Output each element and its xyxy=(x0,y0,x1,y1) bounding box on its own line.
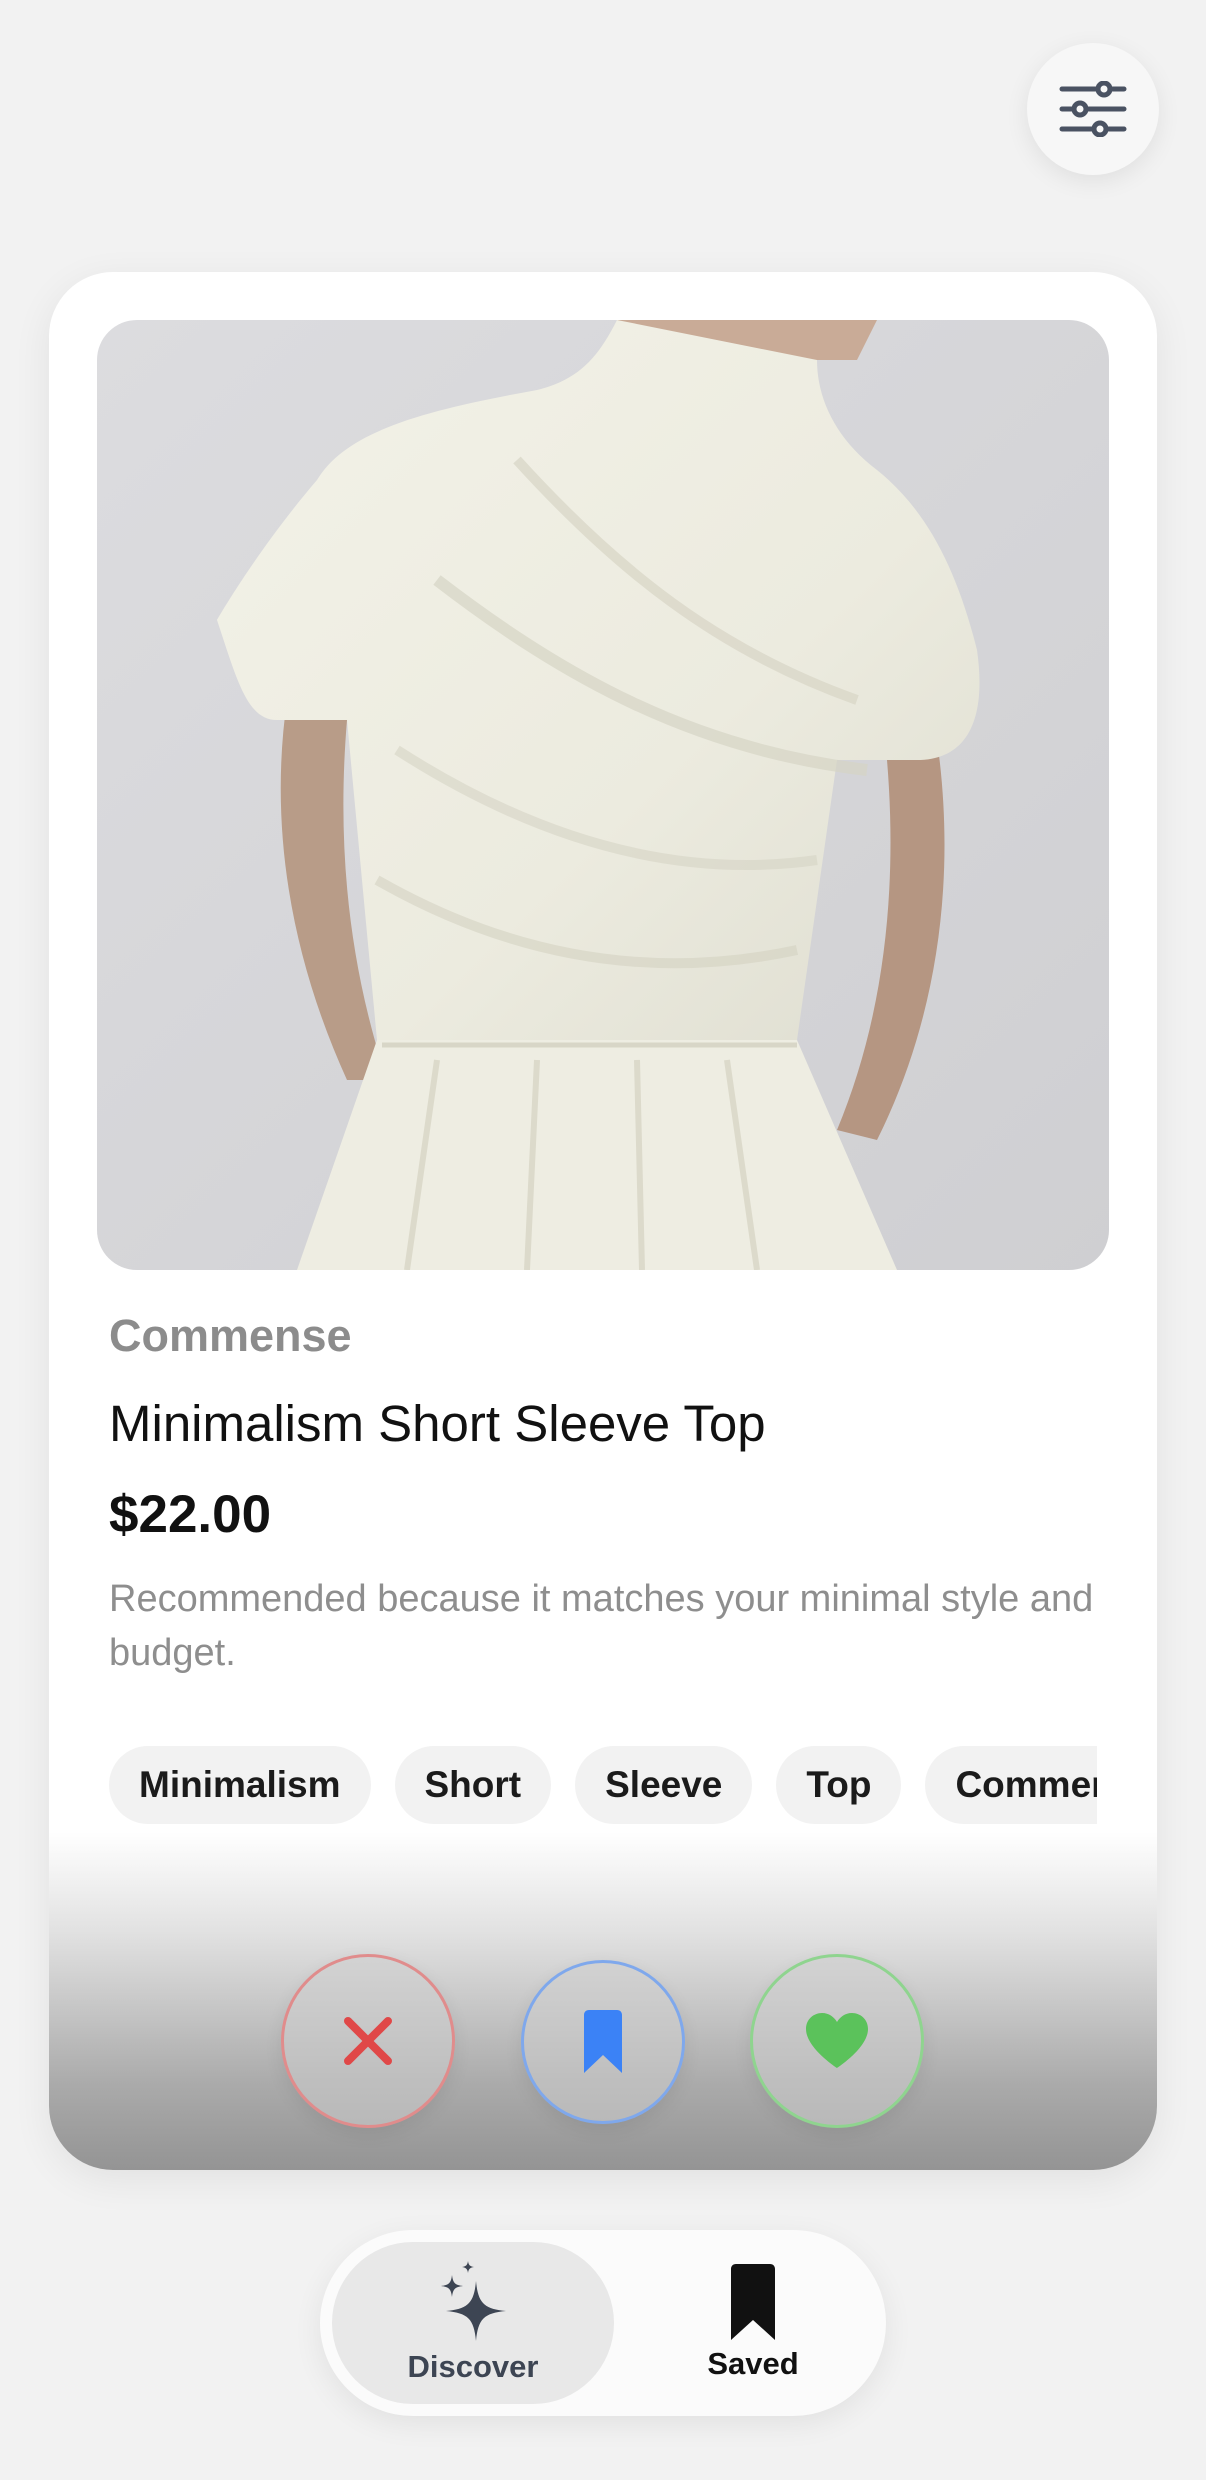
discover-screen: Commense Minimalism Short Sleeve Top $22… xyxy=(0,0,1206,2480)
x-icon xyxy=(344,2017,392,2065)
tag-chip[interactable]: Sleeve xyxy=(575,1746,753,1824)
tag-list: Minimalism Short Sleeve Top Commense xyxy=(109,1746,1097,1826)
tag-chip[interactable]: Commense xyxy=(925,1746,1097,1824)
sparkles-icon xyxy=(441,2261,506,2341)
bookmark-icon xyxy=(584,2010,622,2073)
nav-discover[interactable]: Discover xyxy=(332,2242,614,2404)
heart-icon xyxy=(806,2013,868,2068)
tag-chip[interactable]: Top xyxy=(776,1746,902,1824)
product-title: Minimalism Short Sleeve Top xyxy=(109,1395,766,1452)
like-button[interactable] xyxy=(750,1954,924,2128)
bookmark-icon xyxy=(731,2264,775,2340)
brand-name: Commense xyxy=(109,1310,352,1361)
recommendation-reason: Recommended because it matches your mini… xyxy=(109,1578,1094,1674)
nav-discover-label: Discover xyxy=(407,2349,539,2384)
save-button[interactable] xyxy=(521,1960,685,2124)
filter-button[interactable] xyxy=(1027,43,1159,175)
nav-saved[interactable]: Saved xyxy=(632,2242,874,2404)
product-card[interactable]: Commense Minimalism Short Sleeve Top $22… xyxy=(49,272,1157,2170)
bottom-nav: Discover Saved xyxy=(320,2230,886,2416)
tag-chip[interactable]: Short xyxy=(394,1746,552,1824)
product-photo xyxy=(97,320,1109,1270)
dislike-button[interactable] xyxy=(281,1954,455,2128)
sliders-icon xyxy=(1059,81,1127,137)
tag-chip[interactable]: Minimalism xyxy=(109,1746,371,1824)
product-price: $22.00 xyxy=(109,1485,272,1544)
nav-saved-label: Saved xyxy=(707,2346,799,2381)
